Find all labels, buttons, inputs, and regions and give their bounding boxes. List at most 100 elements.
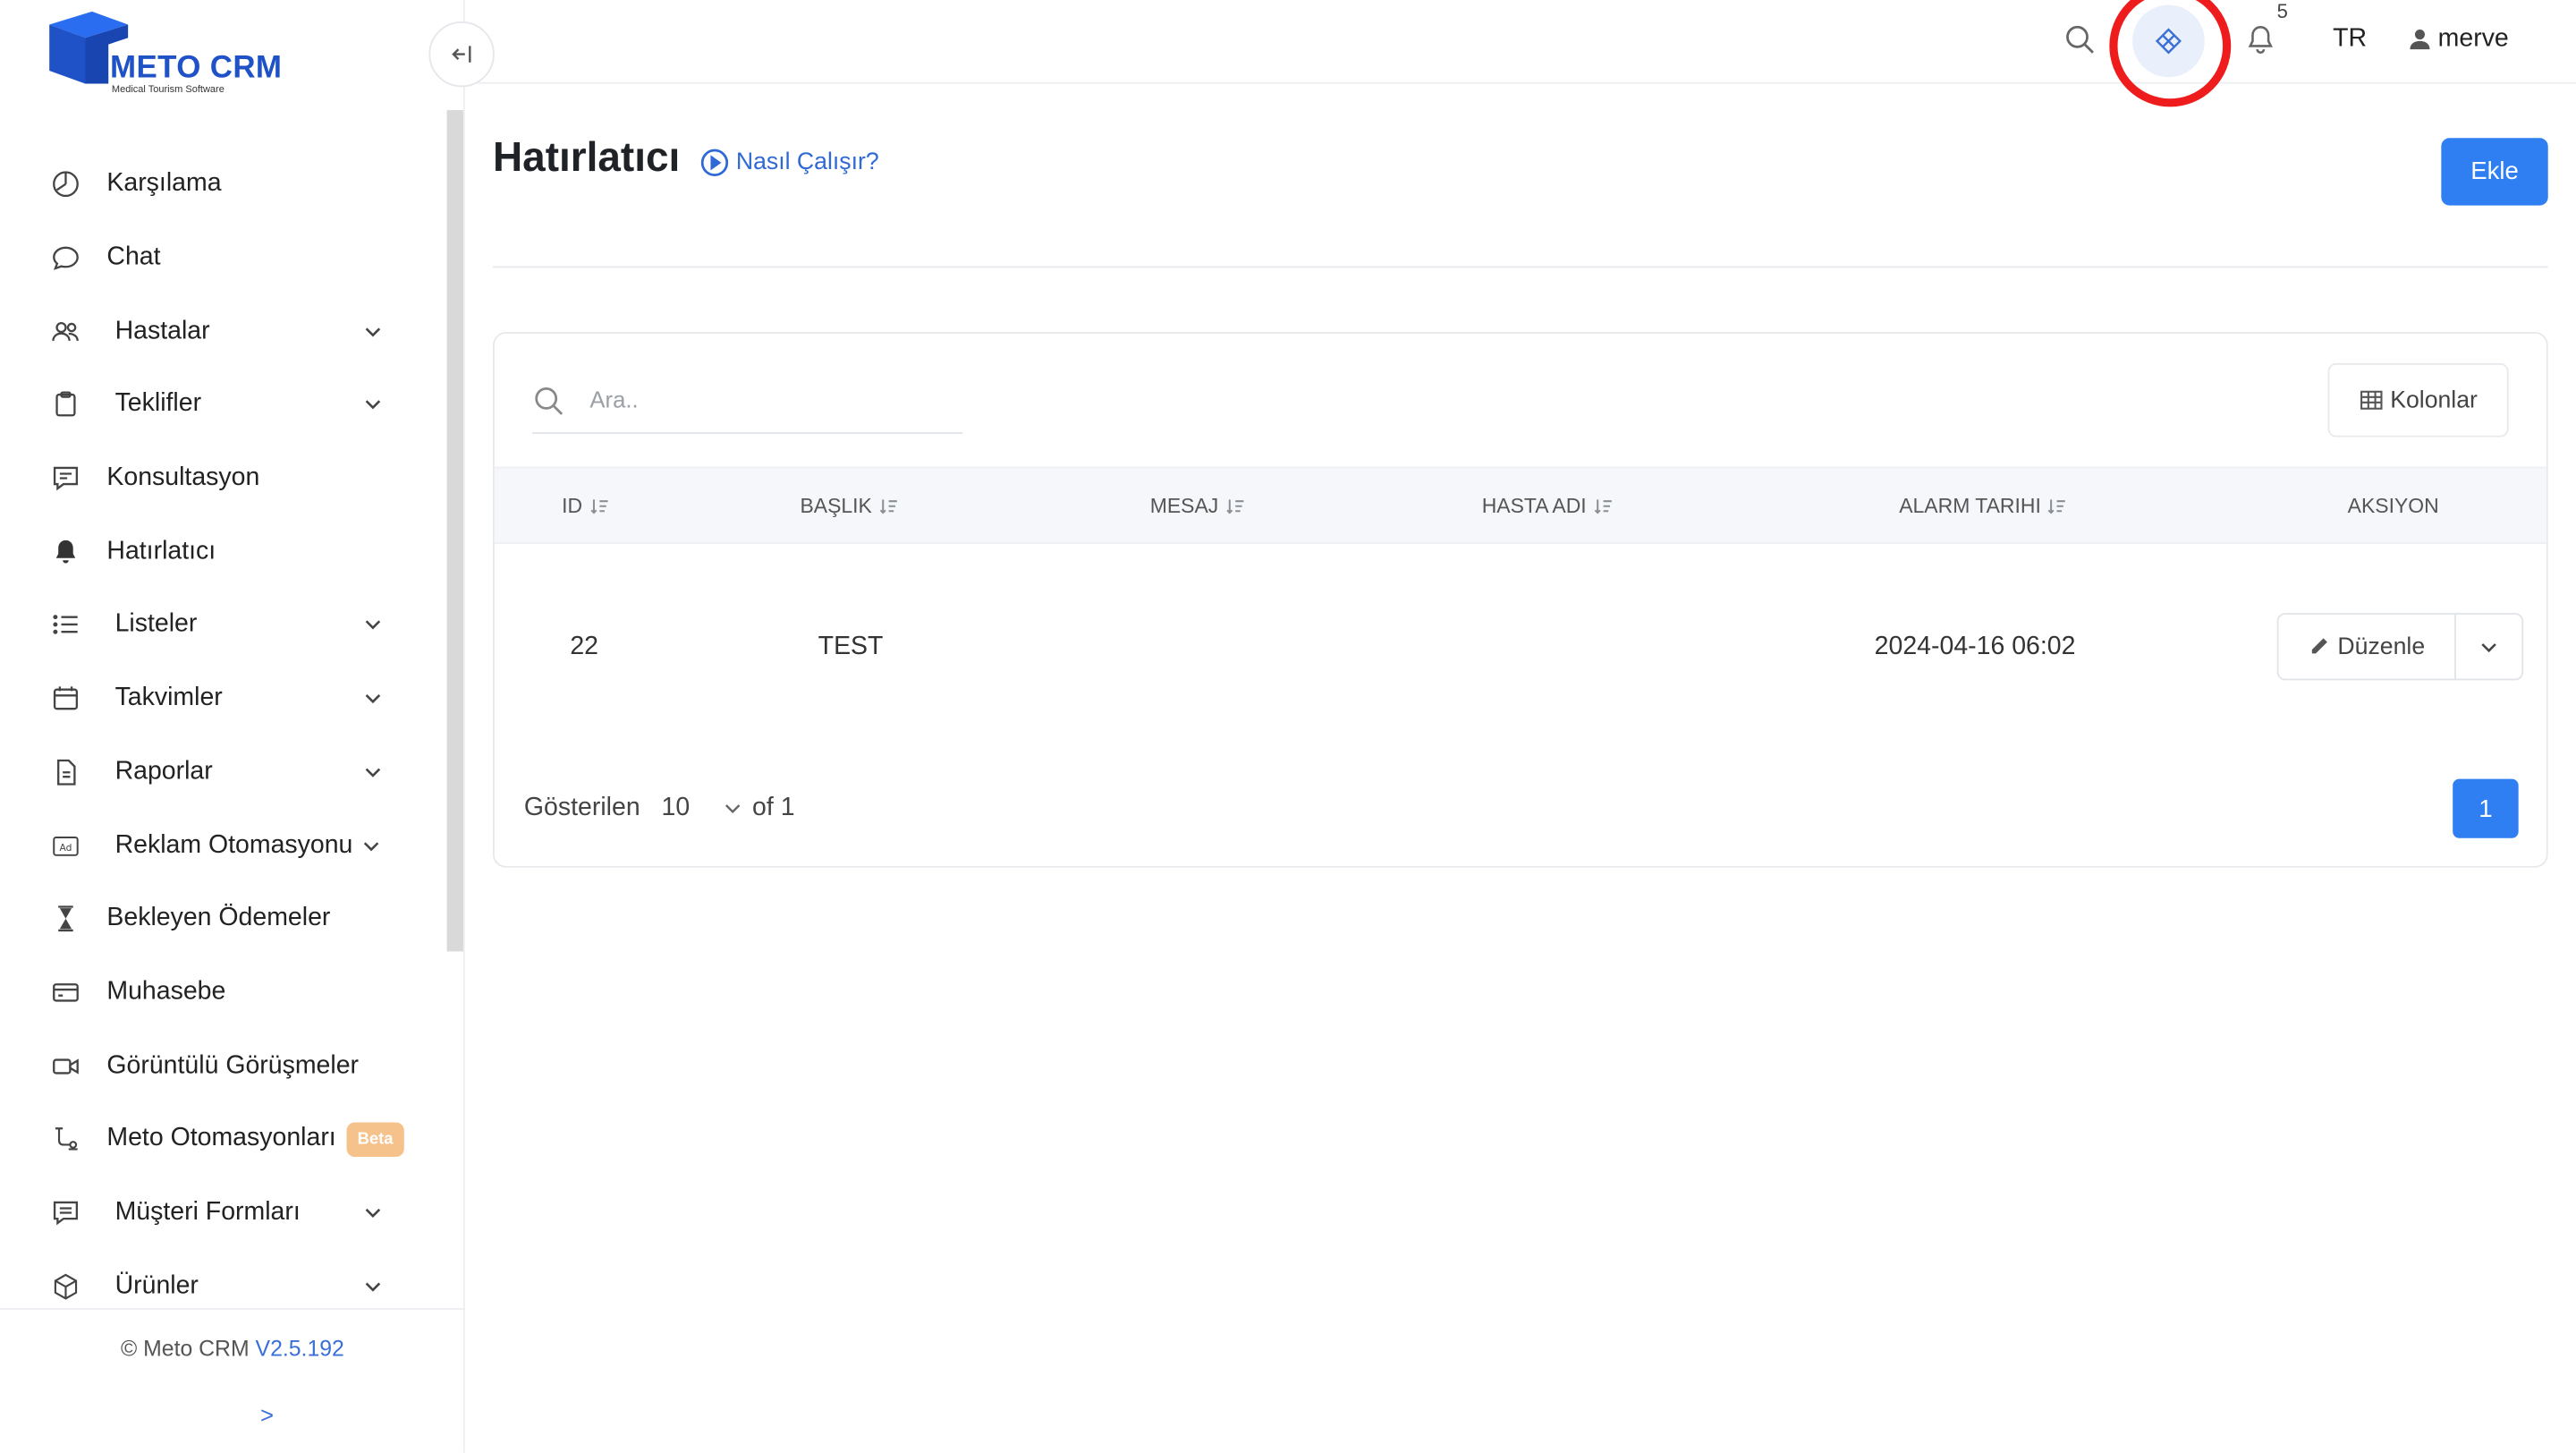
sidebar: METO CRM Medical Tourism Software Karşıl…: [0, 0, 465, 1453]
sidebar-item-chat[interactable]: Chat: [0, 221, 447, 294]
logo[interactable]: METO CRM Medical Tourism Software: [49, 11, 312, 100]
version-link[interactable]: V2.5.192: [256, 1336, 344, 1361]
column-header-hasta-adi[interactable]: HASTA ADI: [1482, 495, 1613, 518]
chevron-down-icon[interactable]: [365, 323, 381, 339]
pencil-icon: [2311, 638, 2327, 654]
column-header-label: ALARM TARIHI: [1899, 494, 2041, 518]
sidebar-expand-button[interactable]: >: [0, 1402, 534, 1428]
table-row[interactable]: 22 TEST 2024-04-16 06:02 Düzenle: [495, 544, 2546, 754]
sidebar-item-teklifler[interactable]: Teklifler: [0, 369, 447, 442]
language-switcher[interactable]: TR: [2333, 25, 2367, 55]
play-circle-icon: [700, 149, 729, 176]
bell-icon[interactable]: [2244, 23, 2277, 56]
sidebar-item-musteri-formlari[interactable]: Müşteri Formları: [0, 1176, 447, 1249]
users-icon: [49, 315, 82, 348]
column-header-mesaj[interactable]: MESAJ: [1150, 495, 1245, 518]
reminders-table-card: Kolonlar ID BAŞLIK MESAJ HASTA ADI ALARM…: [493, 332, 2548, 868]
list-icon: [49, 608, 82, 642]
cell-title: TEST: [818, 633, 884, 661]
user-name: merve: [2437, 24, 2509, 53]
row-action-dropdown[interactable]: [2456, 615, 2521, 679]
sidebar-item-hastalar[interactable]: Hastalar: [0, 294, 447, 368]
column-header-label: AKSIYON: [2347, 494, 2439, 518]
page-button-1[interactable]: 1: [2453, 778, 2519, 838]
chat-bubble-icon: [49, 242, 82, 275]
sidebar-item-label: Görüntülü Görüşmeler: [106, 1050, 360, 1079]
sidebar-item-label: Raporlar: [114, 757, 213, 786]
column-header-aksiyon: AKSIYON: [2348, 495, 2439, 518]
column-header-alarm-tarihi[interactable]: ALARM TARIHI: [1899, 495, 2067, 518]
copyright: © Meto CRM V2.5.192: [0, 1336, 465, 1361]
sidebar-item-label: Meto Otomasyonları: [106, 1124, 336, 1153]
add-button[interactable]: Ekle: [2441, 138, 2548, 206]
chevron-down-icon[interactable]: [365, 691, 381, 707]
document-icon: [49, 756, 82, 789]
sidebar-item-listeler[interactable]: Listeler: [0, 589, 447, 662]
column-header-baslik[interactable]: BAŞLIK: [800, 495, 898, 518]
sidebar-menu: Karşılama Chat Hastalar Teklifler Konsul…: [0, 148, 447, 1322]
sidebar-footer: © Meto CRM V2.5.192 >: [0, 1308, 465, 1453]
edit-button[interactable]: Düzenle: [2279, 614, 2456, 679]
row-action-group: Düzenle: [2276, 613, 2524, 681]
table-search: [532, 367, 963, 434]
form-icon: [49, 1196, 82, 1229]
column-header-label: BAŞLIK: [800, 494, 872, 518]
sidebar-item-bekleyen-odemeler[interactable]: Bekleyen Ödemeler: [0, 882, 447, 956]
sort-icon: [1594, 499, 1612, 514]
user-menu[interactable]: merve: [2409, 25, 2509, 55]
search-icon[interactable]: [2063, 23, 2097, 56]
divider: [493, 266, 2548, 268]
bell-filled-icon: [49, 535, 82, 568]
column-header-id[interactable]: ID: [562, 495, 608, 518]
column-header-label: MESAJ: [1149, 494, 1219, 518]
flow-automation-icon: [49, 1123, 82, 1156]
sidebar-item-label: Reklam Otomasyonu: [114, 830, 353, 859]
sidebar-item-label: Listeler: [114, 610, 198, 639]
sort-icon: [1225, 499, 1243, 514]
cell-id: 22: [570, 633, 599, 661]
sidebar-item-label: Müşteri Formları: [114, 1197, 301, 1227]
sidebar-item-karsilama[interactable]: Karşılama: [0, 148, 447, 221]
chevron-down-icon[interactable]: [365, 764, 381, 780]
search-input[interactable]: [589, 379, 952, 420]
total-pages-label: of 1: [752, 794, 795, 822]
collapse-left-icon: [452, 46, 471, 63]
sidebar-item-konsultasyon[interactable]: Konsultasyon: [0, 442, 447, 515]
sidebar-item-label: Takvimler: [114, 684, 223, 712]
chevron-down-icon[interactable]: [365, 1204, 381, 1220]
sidebar-item-label: Ürünler: [114, 1270, 199, 1300]
sidebar-item-reklam-otomasyonu[interactable]: Ad Reklam Otomasyonu: [0, 809, 447, 882]
sidebar-item-muhasebe[interactable]: Muhasebe: [0, 956, 447, 1029]
how-it-works-link[interactable]: Nasıl Çalışır?: [699, 148, 879, 177]
page-title: Hatırlatıcı: [493, 134, 681, 182]
brand-name: METO CRM: [110, 50, 283, 86]
page-size-select[interactable]: 10: [662, 794, 752, 823]
chevron-down-icon[interactable]: [365, 1278, 381, 1294]
video-camera-icon: [49, 1049, 82, 1083]
sidebar-item-label: Karşılama: [106, 169, 222, 199]
sort-icon: [2048, 499, 2066, 514]
box-icon: [49, 1270, 82, 1303]
chevron-down-icon: [724, 804, 741, 814]
sidebar-item-raporlar[interactable]: Raporlar: [0, 735, 447, 809]
table-header: ID BAŞLIK MESAJ HASTA ADI ALARM TARIHI A…: [494, 466, 2546, 544]
chevron-down-icon[interactable]: [365, 396, 381, 412]
column-header-label: HASTA ADI: [1481, 494, 1587, 518]
sidebar-item-goruntulu-gorusmeler[interactable]: Görüntülü Görüşmeler: [0, 1029, 447, 1102]
columns-button[interactable]: Kolonlar: [2327, 362, 2509, 438]
sidebar-item-takvimler[interactable]: Takvimler: [0, 662, 447, 735]
sidebar-scrollbar[interactable]: [446, 110, 463, 952]
cell-alarm-date: 2024-04-16 06:02: [1874, 633, 2076, 661]
chevron-down-icon[interactable]: [365, 617, 381, 633]
column-header-label: ID: [562, 494, 583, 518]
sidebar-collapse-button[interactable]: [428, 21, 495, 88]
sidebar-item-meto-otomasyonlari[interactable]: Meto Otomasyonları Beta: [0, 1102, 447, 1176]
how-it-works-label: Nasıl Çalışır?: [735, 149, 879, 176]
chevron-down-icon[interactable]: [363, 837, 379, 854]
highlight-circle: [2109, 0, 2232, 107]
sidebar-item-label: Bekleyen Ödemeler: [106, 904, 331, 932]
sidebar-item-hatirlatici[interactable]: Hatırlatıcı: [0, 515, 447, 589]
calendar-icon: [49, 683, 82, 716]
edit-label: Düzenle: [2337, 633, 2426, 660]
sidebar-item-label: Hastalar: [114, 316, 210, 345]
